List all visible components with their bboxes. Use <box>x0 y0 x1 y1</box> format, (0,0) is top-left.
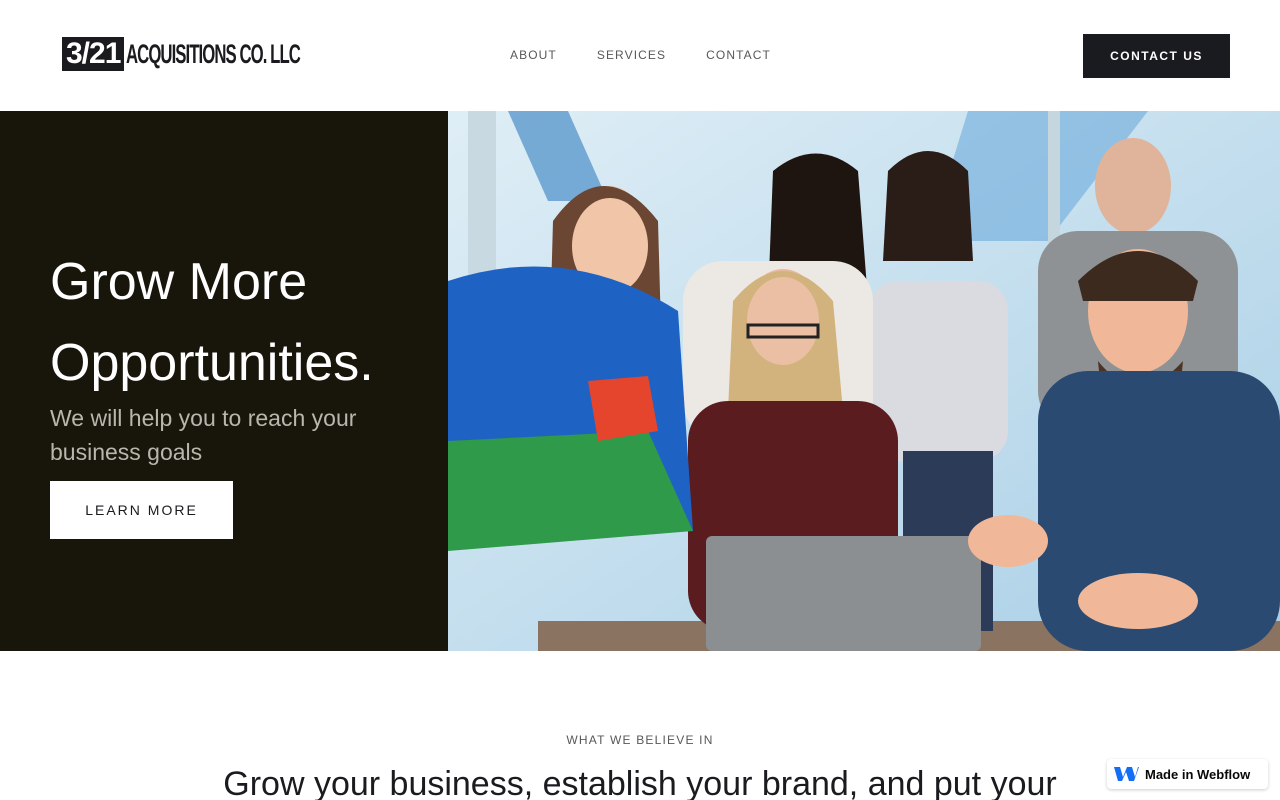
team-photo-icon <box>448 111 1280 651</box>
contact-us-button[interactable]: CONTACT US <box>1083 34 1230 78</box>
section-heading: Grow your business, establish your brand… <box>223 765 1057 800</box>
hero-title: Grow More Opportunities. <box>50 242 440 404</box>
logo-mark: 3/21 <box>62 37 125 71</box>
nav-link-services[interactable]: SERVICES <box>577 46 686 64</box>
hero-title-line1: Grow More <box>50 253 308 311</box>
logo-text: ACQUISITIONS CO. LLC <box>126 39 301 69</box>
made-in-webflow-badge[interactable]: Made in Webflow <box>1107 759 1268 789</box>
hero-subtitle: We will help you to reach your business … <box>50 405 357 465</box>
site-header: 3/21 ACQUISITIONS CO. LLC ABOUT SERVICES… <box>0 0 1280 111</box>
nav-link-about[interactable]: ABOUT <box>490 46 577 64</box>
section-eyebrow: WHAT WE BELIEVE IN <box>566 733 714 747</box>
learn-more-button[interactable]: LEARN MORE <box>50 481 233 539</box>
badge-label: Made in Webflow <box>1145 766 1251 782</box>
nav-link-contact[interactable]: CONTACT <box>686 46 791 64</box>
hero-image <box>448 111 1280 651</box>
webflow-icon <box>1114 767 1139 781</box>
main-nav: ABOUT SERVICES CONTACT <box>490 46 791 64</box>
logo[interactable]: 3/21 ACQUISITIONS CO. LLC <box>62 37 407 71</box>
hero-panel: Grow More Opportunities. We will help yo… <box>0 111 448 651</box>
hero-title-line2: Opportunities. <box>50 334 374 392</box>
